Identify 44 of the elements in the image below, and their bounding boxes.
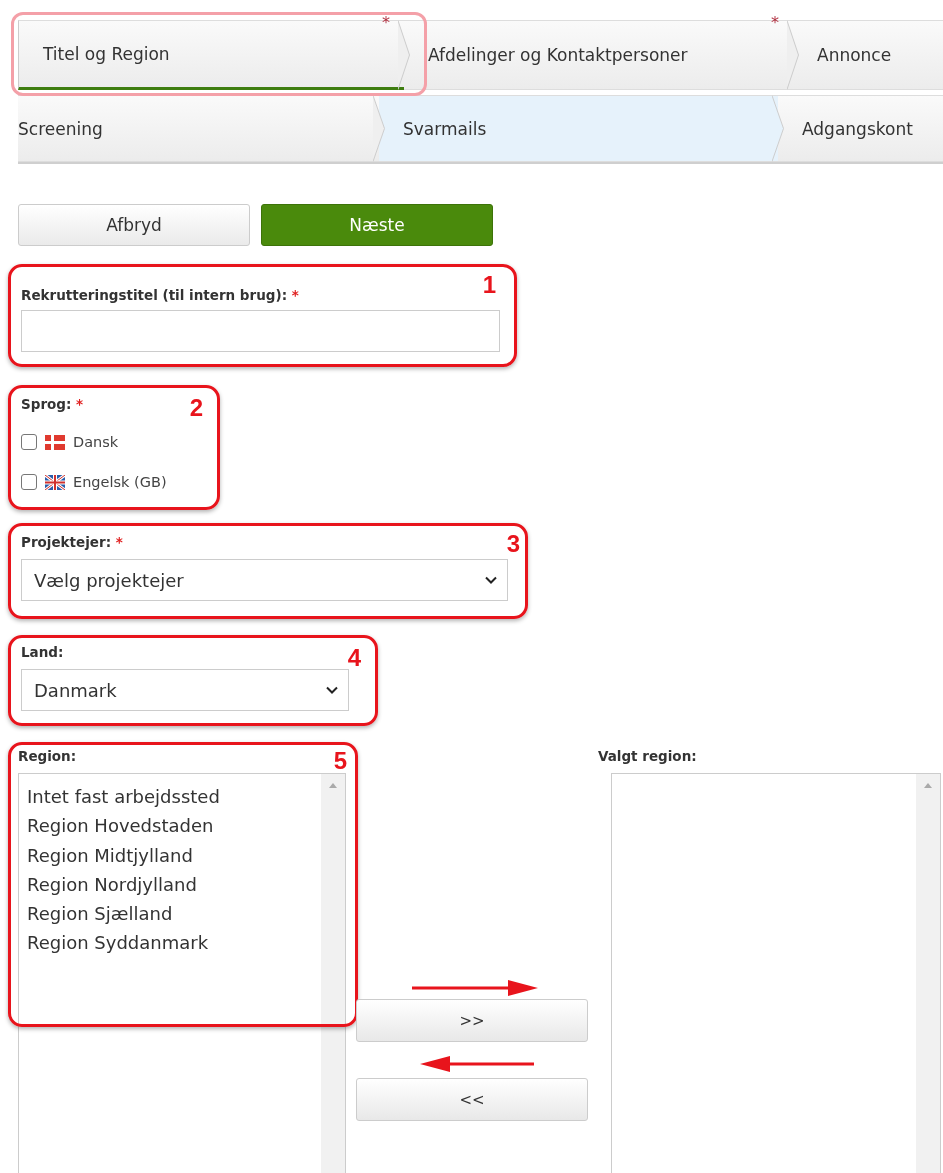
checkbox-label: Dansk xyxy=(73,434,119,450)
required-asterisk: * xyxy=(291,287,299,303)
region-listbox[interactable]: Intet fast arbejdssted Region Hovedstaden Region Midtjylland Region Nordjylland Region Sjælland Region Syddanmark xyxy=(18,773,346,1173)
selected-region-listbox[interactable] xyxy=(611,773,941,1173)
field-label: Valgt region: xyxy=(598,748,697,765)
chevron-down-icon xyxy=(485,576,497,584)
list-option[interactable]: Region Hovedstaden xyxy=(27,811,214,841)
cancel-button[interactable]: Afbryd xyxy=(18,204,250,246)
owner-dropdown[interactable]: Vælg projektejer xyxy=(21,559,508,601)
list-option[interactable]: Region Syddanmark xyxy=(27,928,209,958)
required-asterisk: * xyxy=(76,396,84,412)
required-asterisk: * xyxy=(115,534,123,550)
scroll-up-icon[interactable] xyxy=(923,782,933,789)
next-button[interactable]: Næste xyxy=(261,204,493,246)
list-option[interactable]: Region Sjælland xyxy=(27,899,173,929)
list-option[interactable]: Region Nordjylland xyxy=(27,869,197,900)
step-tab[interactable]: Adgangskont xyxy=(778,95,943,162)
annotation-number: 4 xyxy=(347,646,361,670)
field-label: Sprog: * xyxy=(21,396,84,413)
step-tab[interactable]: Screening xyxy=(18,95,379,162)
annotation-number: 3 xyxy=(506,532,520,556)
list-option[interactable]: Intet fast arbejdssted xyxy=(27,782,220,812)
field-label: Region: xyxy=(18,748,77,765)
chevron-divider xyxy=(398,20,410,90)
annotation-number: 2 xyxy=(189,396,203,420)
chevron-divider xyxy=(787,20,799,90)
checkbox[interactable] xyxy=(21,434,37,450)
scrollbar[interactable] xyxy=(916,774,940,1173)
annotation-number: 1 xyxy=(482,273,496,297)
field-label: Land: xyxy=(21,644,64,661)
field-label: Rekrutteringstitel (til intern brug): * xyxy=(21,287,299,304)
input-field[interactable] xyxy=(21,310,500,352)
scroll-up-icon[interactable] xyxy=(328,782,338,789)
checkbox-label: Engelsk (GB) xyxy=(73,474,167,490)
scrollbar[interactable] xyxy=(321,774,345,1173)
annotation-number: 5 xyxy=(333,749,347,773)
remove-button[interactable]: << xyxy=(356,1078,588,1121)
step-tab[interactable]: Annonce xyxy=(793,20,943,90)
field-label: Projektejer: * xyxy=(21,534,123,551)
checkbox[interactable] xyxy=(21,474,37,490)
list-option[interactable]: Region Midtjylland xyxy=(27,840,193,870)
add-button[interactable]: >> xyxy=(356,999,588,1042)
chevron-down-icon xyxy=(326,686,338,694)
country-dropdown[interactable]: Danmark xyxy=(21,669,349,711)
